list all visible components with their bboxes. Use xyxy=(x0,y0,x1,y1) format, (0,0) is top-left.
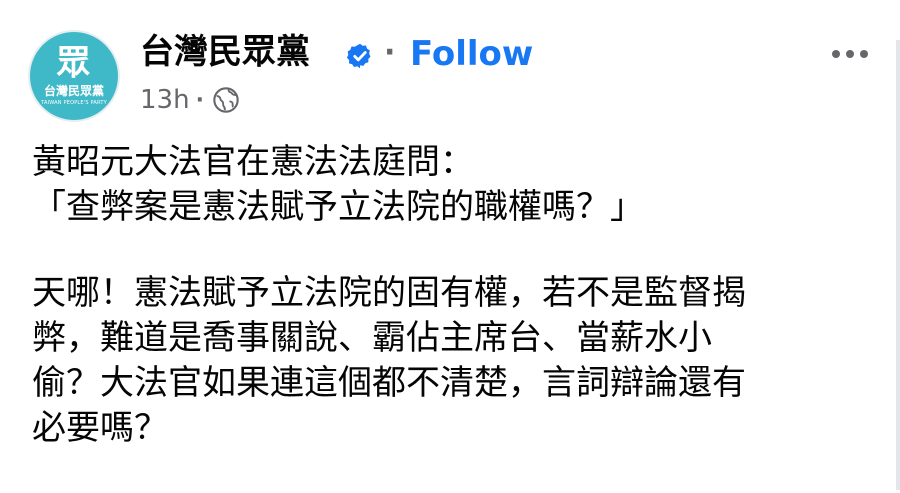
post-line: 「查弊案是憲法賦予立法院的職權嗎？」 xyxy=(32,187,644,227)
verified-badge-icon xyxy=(346,43,371,69)
post-body-text: 黃昭元大法官在憲法法庭問： 「查弊案是憲法賦予立法院的職權嗎？」 天哪！憲法賦予… xyxy=(32,140,882,451)
globe-icon[interactable] xyxy=(212,86,240,114)
more-options-icon[interactable] xyxy=(826,36,874,72)
avatar-logo-text: 眾 xyxy=(56,43,92,83)
page-avatar[interactable]: 眾 台灣民眾黨 TAIWAN PEOPLE'S PARTY xyxy=(28,30,120,122)
header-separator: · xyxy=(384,35,396,70)
post-timestamp[interactable]: 13h xyxy=(140,82,190,118)
post-line: 黃昭元大法官在憲法法庭問： xyxy=(32,142,474,182)
more-dot xyxy=(846,50,854,58)
page-name-link[interactable]: 台灣民眾黨 xyxy=(140,28,310,76)
post-meta: 13h · xyxy=(140,82,240,118)
avatar-party-english-name: TAIWAN PEOPLE'S PARTY xyxy=(41,100,107,106)
more-dot xyxy=(860,50,868,58)
scrollbar-track[interactable] xyxy=(896,40,900,490)
avatar-party-name: 台灣民眾黨 xyxy=(43,84,104,98)
more-dot xyxy=(832,50,840,58)
post-line: 偷？大法官如果連這個都不清楚，言詞辯論還有 xyxy=(32,363,746,403)
post-line: 天哪！憲法賦予立法院的固有權，若不是監督揭 xyxy=(32,273,746,313)
facebook-post: 眾 台灣民眾黨 TAIWAN PEOPLE'S PARTY 台灣民眾黨 · Fo… xyxy=(0,0,900,493)
post-line: 弊，難道是喬事關說、霸佔主席台、當薪水小 xyxy=(32,318,712,358)
follow-button[interactable]: Follow xyxy=(410,30,533,78)
meta-separator: · xyxy=(195,87,204,113)
post-line: 必要嗎？ xyxy=(32,408,168,448)
